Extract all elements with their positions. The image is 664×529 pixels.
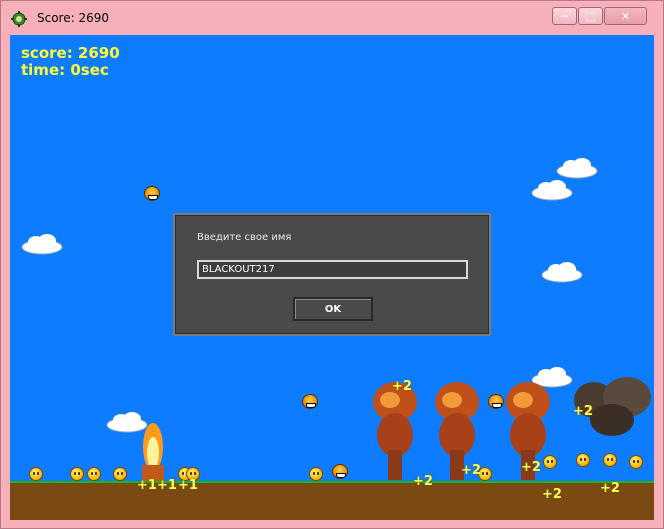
- name-entry-dialog: Введите свое имя OK: [173, 213, 491, 336]
- title-bar[interactable]: Score: 2690 ─ □ ✕: [1, 1, 663, 35]
- smiley-icon[interactable]: [309, 467, 323, 481]
- score-display: score: 2690: [21, 44, 120, 62]
- smiley-icon[interactable]: [629, 455, 643, 469]
- score-popup: +2: [413, 474, 433, 489]
- minimize-icon: ─: [561, 9, 568, 23]
- score-popup: +2: [392, 379, 412, 394]
- app-gear-icon: [11, 11, 27, 27]
- smiley-icon[interactable]: [543, 455, 557, 469]
- cloud-icon: [556, 158, 598, 179]
- minimize-button[interactable]: ─: [552, 7, 577, 25]
- monster-icon[interactable]: [488, 394, 504, 409]
- ok-button[interactable]: OK: [293, 297, 373, 321]
- monster-icon[interactable]: [144, 186, 160, 201]
- smiley-icon[interactable]: [70, 467, 84, 481]
- fire-icon: [142, 423, 164, 481]
- close-button[interactable]: ✕: [604, 7, 647, 25]
- score-popup: +2: [542, 487, 562, 502]
- smiley-icon[interactable]: [576, 453, 590, 467]
- score-popup: +1: [178, 478, 198, 493]
- cloud-icon: [541, 262, 583, 283]
- smiley-icon[interactable]: [603, 453, 617, 467]
- time-display: time: 0sec: [21, 61, 109, 79]
- score-popup: +1: [137, 478, 157, 493]
- player-name-input[interactable]: [197, 260, 468, 279]
- smiley-icon[interactable]: [29, 467, 43, 481]
- window-title: Score: 2690: [37, 11, 110, 25]
- score-popup: +2: [573, 404, 593, 419]
- maximize-button[interactable]: □: [578, 7, 603, 25]
- smiley-icon[interactable]: [113, 467, 127, 481]
- game-canvas[interactable]: score: 2690 time: 0sec +2 +2 +2 +2 +1 +1…: [10, 35, 654, 520]
- score-popup: +2: [461, 463, 481, 478]
- explosion-icon: [373, 382, 417, 480]
- cloud-icon: [21, 234, 63, 255]
- score-popup: +2: [521, 460, 541, 475]
- maximize-icon: □: [585, 9, 596, 23]
- score-popup: +2: [600, 481, 620, 496]
- close-icon: ✕: [620, 9, 631, 23]
- smiley-icon[interactable]: [87, 467, 101, 481]
- name-prompt-label: Введите свое имя: [197, 232, 292, 243]
- game-window: Score: 2690 ─ □ ✕ score: 2690 time: 0sec: [0, 0, 664, 529]
- monster-icon[interactable]: [302, 394, 318, 409]
- score-popup: +1: [157, 478, 177, 493]
- cloud-icon: [531, 180, 573, 201]
- monster-icon[interactable]: [332, 464, 348, 479]
